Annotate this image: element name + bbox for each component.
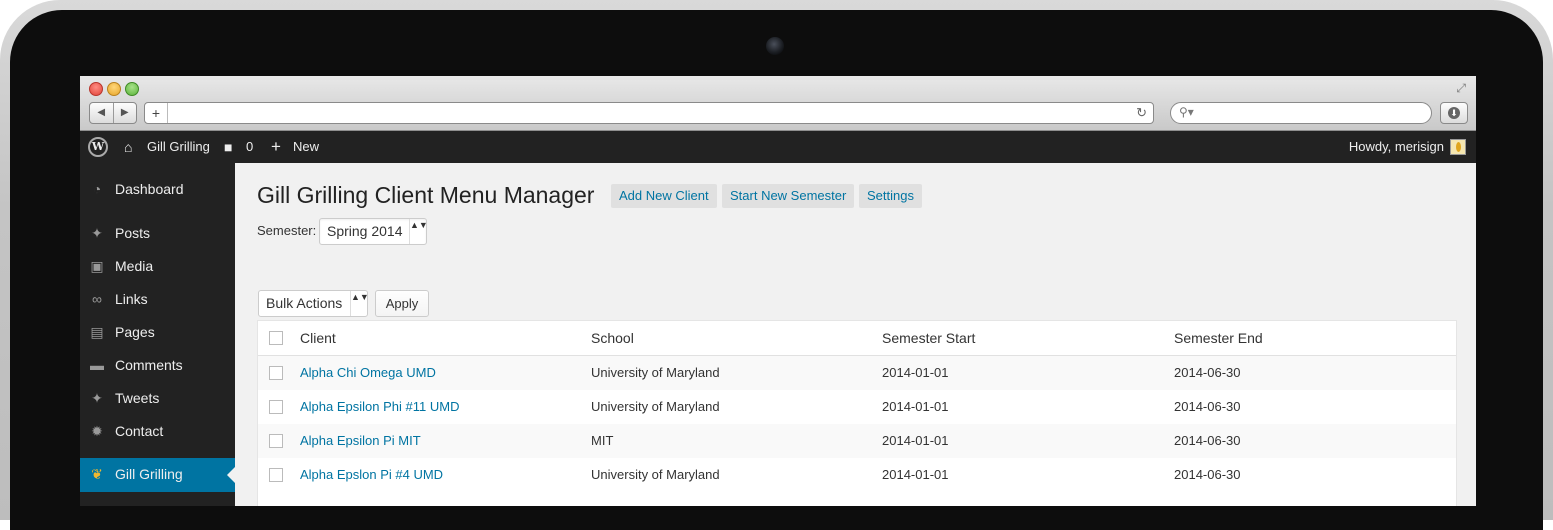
sidebar-item-media[interactable]: ▣ Media <box>80 250 235 283</box>
school-cell: University of Maryland <box>591 467 720 482</box>
table-row: Alpha Epsilon Phi #11 UMD University of … <box>258 390 1456 424</box>
reload-icon[interactable]: ↻ <box>1136 103 1147 123</box>
sidebar-item-posts[interactable]: ✦ Posts <box>80 217 235 250</box>
sidebar-item-dashboard[interactable]: ◔ Dashboard <box>80 173 235 206</box>
semester-label: Semester: <box>257 223 317 238</box>
wordpress-logo-icon[interactable]: W <box>88 137 108 157</box>
home-icon[interactable]: ⌂ <box>124 131 132 163</box>
client-link[interactable]: Alpha Epsilon Pi MIT <box>300 424 421 458</box>
semester-value: Spring 2014 <box>327 223 403 239</box>
howdy-user-link[interactable]: Howdy, merisign <box>1349 131 1444 163</box>
sidebar-item-contact[interactable]: ✹ Contact <box>80 415 235 448</box>
table-row: Alpha Epslon Pi #4 UMD University of Mar… <box>258 458 1456 492</box>
page-title: Gill Grilling Client Menu Manager <box>257 182 595 208</box>
fullscreen-icon[interactable]: ⤢ <box>1456 81 1466 96</box>
comments-count[interactable]: 0 <box>246 131 253 163</box>
bulk-actions-select[interactable]: Bulk Actions ▲▼ <box>258 290 369 317</box>
school-cell: MIT <box>591 433 614 448</box>
semester-start-cell: 2014-01-01 <box>882 399 949 414</box>
sidebar-item-label: Posts <box>115 225 151 241</box>
admin-bar: W ⌂ Gill Grilling ■ 0 + New Howdy, meris… <box>80 131 1476 163</box>
pin-icon: ✦ <box>91 225 103 241</box>
start-new-semester-button[interactable]: Start New Semester <box>722 184 855 208</box>
column-header-school[interactable]: School <box>591 321 634 355</box>
gear-icon: ✹ <box>91 423 103 439</box>
school-cell: University of Maryland <box>591 399 720 414</box>
media-icon: ▣ <box>90 258 104 274</box>
client-link[interactable]: Alpha Chi Omega UMD <box>300 356 436 390</box>
minimize-window-button[interactable] <box>107 82 121 96</box>
sidebar-item-label: Pages <box>115 324 155 340</box>
semester-end-cell: 2014-06-30 <box>1174 365 1241 380</box>
maximize-window-button[interactable] <box>125 82 139 96</box>
semester-start-cell: 2014-01-01 <box>882 365 949 380</box>
screen: ⤢ ◀ ▶ + ↻ ⚲▾ ⬇ W ⌂ Gill Grilling ■ 0 + N… <box>80 76 1476 506</box>
search-input[interactable]: ⚲▾ <box>1170 102 1432 124</box>
semester-select[interactable]: Spring 2014 ▲▼ <box>319 218 428 245</box>
apply-button[interactable]: Apply <box>375 290 429 317</box>
semester-start-cell: 2014-01-01 <box>882 433 949 448</box>
sidebar-item-pages[interactable]: ▤ Pages <box>80 316 235 349</box>
download-icon: ⬇ <box>1448 107 1460 119</box>
sidebar-item-label: Comments <box>115 357 183 373</box>
pages-icon: ▤ <box>90 324 104 340</box>
clients-table: Client School Semester Start Semester En… <box>257 320 1457 506</box>
column-header-semester-start[interactable]: Semester Start <box>882 321 975 355</box>
row-checkbox[interactable] <box>269 434 283 448</box>
dashboard-icon: ◔ <box>92 181 102 197</box>
camera-icon <box>766 37 784 55</box>
school-cell: University of Maryland <box>591 365 720 380</box>
sidebar-item-label: Tweets <box>115 390 160 406</box>
comment-bubble-icon[interactable]: ■ <box>224 131 232 163</box>
downloads-button[interactable]: ⬇ <box>1440 102 1468 124</box>
column-header-semester-end[interactable]: Semester End <box>1174 321 1263 355</box>
site-name-link[interactable]: Gill Grilling <box>147 131 210 163</box>
plus-icon[interactable]: + <box>271 131 281 163</box>
link-icon: ∞ <box>92 291 102 307</box>
semester-end-cell: 2014-06-30 <box>1174 399 1241 414</box>
sidebar-item-label: Links <box>115 291 148 307</box>
settings-button[interactable]: Settings <box>859 184 922 208</box>
new-content-link[interactable]: New <box>293 131 319 163</box>
address-bar[interactable]: + ↻ <box>144 102 1154 124</box>
search-icon: ⚲▾ <box>1179 105 1194 119</box>
main-content: Gill Grilling Client Menu Manager Add Ne… <box>235 163 1476 506</box>
row-checkbox[interactable] <box>269 468 283 482</box>
add-new-client-button[interactable]: Add New Client <box>611 184 717 208</box>
select-arrows-icon: ▲▼ <box>409 219 428 244</box>
semester-end-cell: 2014-06-30 <box>1174 467 1241 482</box>
client-link[interactable]: Alpha Epsilon Phi #11 UMD <box>300 390 459 424</box>
pin-icon: ✦ <box>91 390 103 406</box>
sidebar-item-tweets[interactable]: ✦ Tweets <box>80 382 235 415</box>
semester-end-cell: 2014-06-30 <box>1174 433 1241 448</box>
select-all-checkbox[interactable] <box>269 331 283 345</box>
avatar[interactable] <box>1450 139 1466 155</box>
sidebar-item-label: Dashboard <box>115 181 184 197</box>
row-checkbox[interactable] <box>269 366 283 380</box>
sidebar-item-comments[interactable]: ▬ Comments <box>80 349 235 382</box>
table-row: Alpha Chi Omega UMD University of Maryla… <box>258 356 1456 390</box>
bulk-actions-value: Bulk Actions <box>266 295 343 311</box>
close-window-button[interactable] <box>89 82 103 96</box>
nav-buttons: ◀ ▶ <box>89 102 137 124</box>
sidebar-item-gill-grilling[interactable]: ❦ Gill Grilling <box>80 458 235 492</box>
add-bookmark-button[interactable]: + <box>145 103 168 123</box>
forward-button[interactable]: ▶ <box>114 103 137 123</box>
table-header: Client School Semester Start Semester En… <box>258 321 1456 356</box>
flame-icon: ❦ <box>91 466 103 482</box>
admin-sidebar: ◔ Dashboard ✦ Posts ▣ Media ∞ Links ▤ Pa… <box>80 163 235 506</box>
semester-start-cell: 2014-01-01 <box>882 467 949 482</box>
column-header-client[interactable]: Client <box>300 321 336 355</box>
back-button[interactable]: ◀ <box>90 103 114 123</box>
browser-toolbar: ⤢ ◀ ▶ + ↻ ⚲▾ ⬇ <box>80 76 1476 131</box>
row-checkbox[interactable] <box>269 400 283 414</box>
sidebar-item-links[interactable]: ∞ Links <box>80 283 235 316</box>
client-link[interactable]: Alpha Epslon Pi #4 UMD <box>300 458 443 492</box>
select-arrows-icon: ▲▼ <box>350 291 369 316</box>
table-row: Alpha Epsilon Pi MIT MIT 2014-01-01 2014… <box>258 424 1456 458</box>
comment-icon: ▬ <box>90 357 104 373</box>
sidebar-item-label: Gill Grilling <box>115 466 183 482</box>
sidebar-item-label: Contact <box>115 423 164 439</box>
sidebar-item-label: Media <box>115 258 154 274</box>
